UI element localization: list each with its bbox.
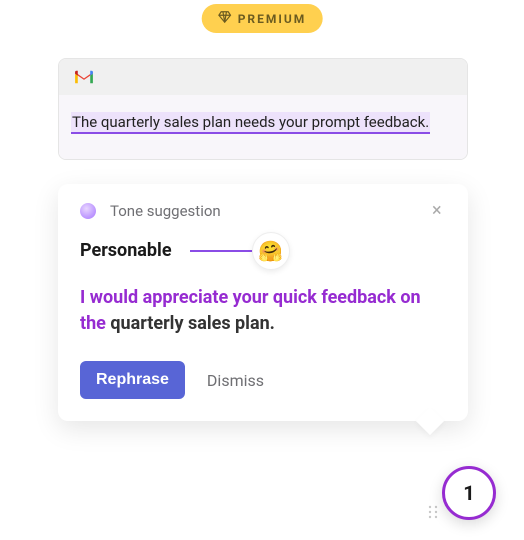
suggestion-actions: Rephrase Dismiss	[80, 361, 448, 399]
diamond-icon	[218, 10, 232, 27]
suggestion-text: I would appreciate your quick feedback o…	[80, 285, 448, 337]
tone-level-row: Personable 🤗	[80, 240, 448, 261]
premium-label: PREMIUM	[238, 12, 307, 26]
gmail-icon	[73, 69, 95, 85]
highlighted-sentence[interactable]: The quarterly sales plan needs your prom…	[71, 112, 430, 134]
suggestion-header-row: Tone suggestion ×	[80, 202, 448, 220]
card-pointer-icon	[416, 407, 444, 435]
tone-name: Personable	[80, 240, 172, 261]
hugging-face-icon[interactable]: 🤗	[252, 232, 290, 270]
tone-indicator-icon	[80, 203, 96, 219]
suggestions-count: 1	[463, 481, 474, 505]
drag-grip-icon[interactable]	[428, 504, 438, 518]
email-compose-card: The quarterly sales plan needs your prom…	[58, 58, 468, 160]
rephrase-button[interactable]: Rephrase	[80, 361, 185, 399]
premium-badge: PREMIUM	[202, 4, 323, 33]
dismiss-button[interactable]: Dismiss	[207, 371, 264, 390]
tone-suggestion-card: Tone suggestion × Personable 🤗 I would a…	[58, 184, 468, 421]
email-body[interactable]: The quarterly sales plan needs your prom…	[59, 95, 467, 159]
email-header	[59, 59, 467, 95]
close-icon[interactable]: ×	[432, 203, 448, 219]
suggestions-count-fab[interactable]: 1	[442, 466, 496, 520]
suggestion-text-rest: quarterly sales plan.	[106, 313, 275, 334]
tone-slider[interactable]: 🤗	[190, 250, 270, 252]
suggestion-header-label: Tone suggestion	[110, 202, 221, 220]
